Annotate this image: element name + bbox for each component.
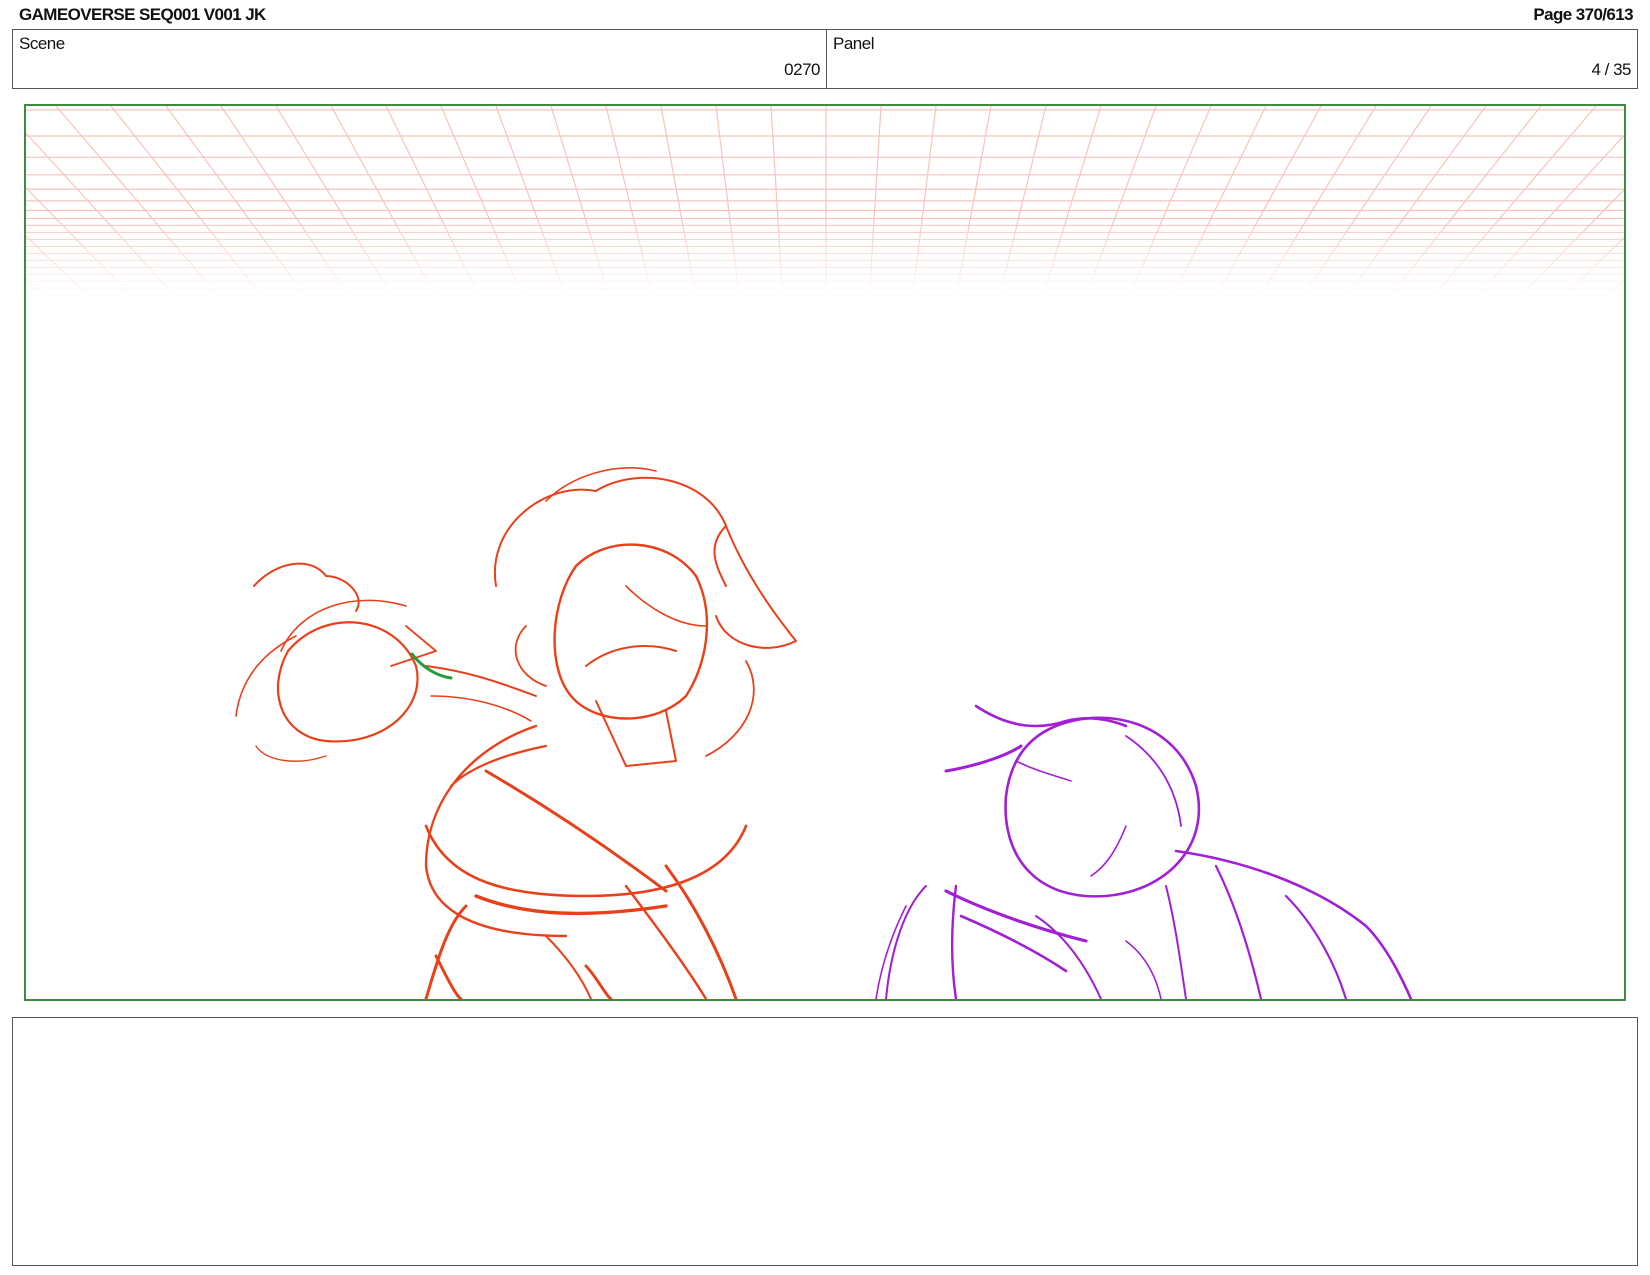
document-title: GAMEOVERSE SEQ001 V001 JK (19, 5, 266, 24)
notes-box (12, 1017, 1638, 1266)
storyboard-sketch (26, 106, 1624, 999)
storyboard-frame (24, 104, 1626, 1001)
scene-cell: Scene 0270 (13, 30, 827, 88)
character-left-sketch (235, 467, 797, 999)
info-bar: Scene 0270 Panel 4 / 35 (12, 29, 1638, 89)
panel-number: 4 / 35 (1591, 60, 1631, 79)
scene-label: Scene (19, 34, 65, 53)
character-right-sketch (875, 704, 1413, 999)
panel-cell: Panel 4 / 35 (827, 30, 1637, 88)
panel-label: Panel (833, 34, 874, 53)
page-counter: Page 370/613 (1533, 5, 1633, 24)
scene-number: 0270 (784, 60, 820, 79)
